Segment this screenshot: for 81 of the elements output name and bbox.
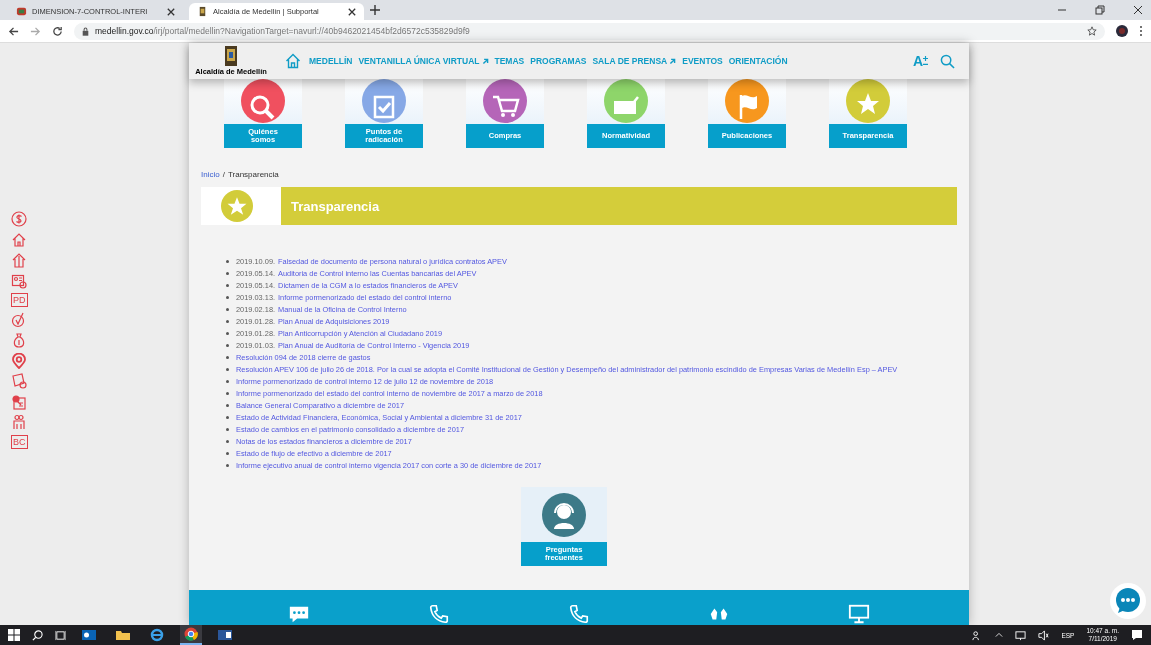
close-icon[interactable] xyxy=(167,7,175,16)
bullet-icon xyxy=(226,451,229,455)
menu-icon[interactable] xyxy=(1139,25,1143,37)
coat-of-arms-icon xyxy=(225,46,237,66)
new-tab-icon[interactable] xyxy=(370,5,380,15)
lock-icon xyxy=(82,26,89,36)
bullet-icon xyxy=(226,415,229,419)
bullet-icon xyxy=(226,331,229,335)
profile-avatar-icon[interactable] xyxy=(1116,25,1128,37)
font-size-button[interactable]: A xyxy=(912,53,928,69)
sidebar-link[interactable]: PD xyxy=(11,293,28,307)
taskbar-app[interactable] xyxy=(180,625,202,645)
chrome-icon xyxy=(184,627,198,641)
bullet-icon xyxy=(226,295,229,299)
url-text: medellin.gov.co/irj/portal/medellin?NavigationTarget=navurl://40b9462021454bf2d6572c535829d9f9 xyxy=(95,26,470,36)
caret-icon[interactable] xyxy=(995,631,1004,639)
bullet-icon xyxy=(226,343,229,347)
pin-icon[interactable] xyxy=(11,352,27,369)
nav-link[interactable]: MEDELLÍN xyxy=(309,56,353,66)
check-icon[interactable] xyxy=(11,311,27,328)
flag-icon[interactable] xyxy=(725,79,769,123)
folder-icon xyxy=(116,628,130,642)
phone-icon[interactable] xyxy=(428,603,450,625)
plus-minus-icon xyxy=(923,56,928,66)
building-icon[interactable] xyxy=(11,252,27,268)
breadcrumb-link[interactable]: Inicio xyxy=(201,170,220,179)
bookmark-star-icon[interactable] xyxy=(1087,26,1097,36)
tab-favicon-icon xyxy=(197,6,208,17)
close-icon[interactable] xyxy=(348,7,356,16)
clipboard-icon[interactable] xyxy=(362,79,406,123)
search-icon[interactable] xyxy=(32,629,43,641)
document-icon[interactable] xyxy=(604,79,648,123)
report-icon[interactable] xyxy=(11,393,27,410)
nav-link[interactable]: SALA DE PRENSA xyxy=(592,56,677,66)
ie-icon xyxy=(150,628,164,642)
breadcrumb-current: Transparencia xyxy=(227,170,279,179)
map-icon[interactable] xyxy=(11,373,27,389)
nav-link[interactable]: VENTANILLA ÚNICA VIRTUAL xyxy=(358,56,489,66)
bullet-icon xyxy=(226,271,229,275)
close-window-icon[interactable] xyxy=(1133,5,1143,15)
support-agent-icon[interactable] xyxy=(542,492,586,537)
bullet-icon xyxy=(226,367,229,371)
nav-link[interactable]: TEMAS xyxy=(494,56,525,66)
bullet-icon xyxy=(226,379,229,383)
bullet-icon xyxy=(226,439,229,443)
monitor-icon[interactable] xyxy=(848,603,870,625)
bullet-icon xyxy=(226,355,229,359)
windows-start-icon[interactable] xyxy=(8,629,20,641)
bullet-icon xyxy=(226,319,229,323)
chat-icon[interactable] xyxy=(1110,583,1146,619)
bag-icon[interactable] xyxy=(11,332,27,348)
house-icon[interactable] xyxy=(11,231,27,248)
outlook-icon xyxy=(82,628,96,642)
restore-icon[interactable] xyxy=(1095,5,1105,15)
bullet-icon xyxy=(226,391,229,395)
bullet-icon xyxy=(226,283,229,287)
card-icon[interactable] xyxy=(11,272,27,289)
nav-link[interactable]: EVENTOS xyxy=(682,56,723,66)
back-icon[interactable] xyxy=(8,25,19,37)
tab-favicon-icon xyxy=(16,6,27,17)
section-title: Transparencia xyxy=(281,187,957,225)
nav-link[interactable]: ORIENTACIÓN xyxy=(728,56,788,66)
home-icon[interactable] xyxy=(285,53,301,69)
breadcrumb-separator: / xyxy=(222,170,225,179)
bullet-icon xyxy=(226,403,229,407)
notification-icon[interactable] xyxy=(1131,629,1143,641)
bullet-icon xyxy=(226,259,229,263)
address-field[interactable]: medellin.gov.co/irj/portal/medellin?NavigationTarget=navurl://40b9462021454bf2d6572c535829d9f9 xyxy=(74,22,1105,40)
sidebar-link[interactable]: BC xyxy=(11,434,28,449)
nav-link[interactable]: PROGRAMAS xyxy=(530,56,587,66)
task-view-icon[interactable] xyxy=(55,629,66,641)
word-icon xyxy=(218,628,232,642)
speaker-icon[interactable] xyxy=(1038,629,1050,641)
phone-icon[interactable] xyxy=(568,603,590,625)
cart-icon[interactable] xyxy=(483,79,527,123)
network-icon[interactable] xyxy=(1015,629,1027,641)
bullet-icon xyxy=(226,307,229,311)
reload-icon[interactable] xyxy=(52,25,63,37)
bullet-icon xyxy=(226,463,229,467)
dollar-icon[interactable] xyxy=(11,211,27,227)
bullet-icon xyxy=(226,427,229,431)
